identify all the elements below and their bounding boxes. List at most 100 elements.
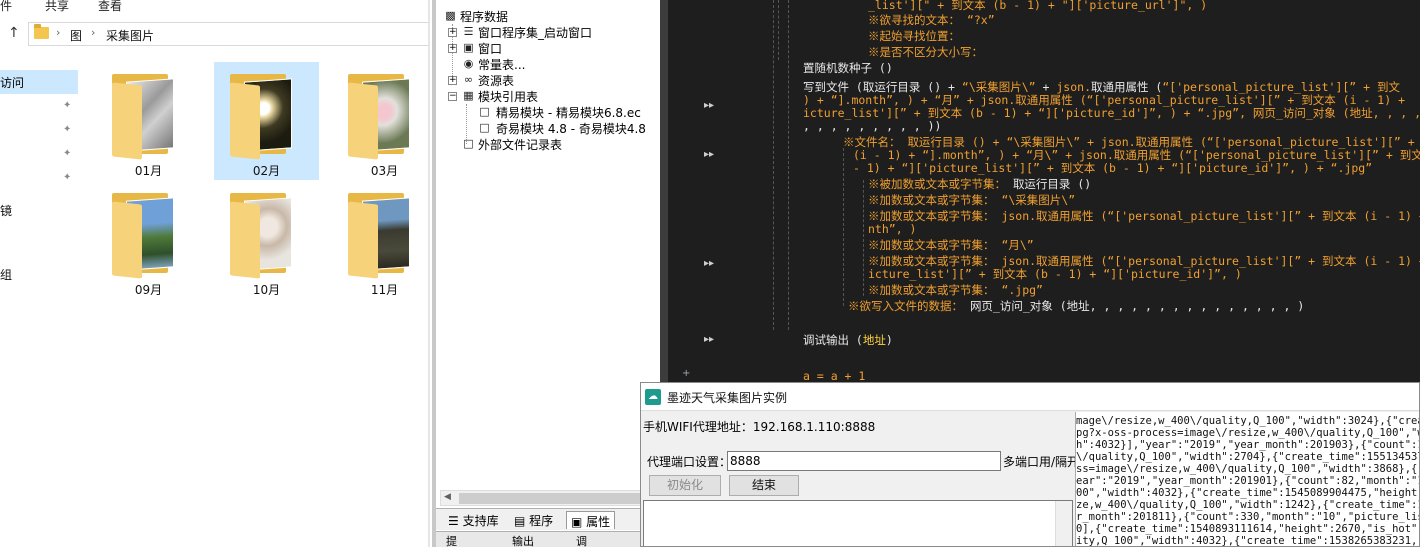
window-titlebar[interactable]: ☁ 墨迹天气采集图片实例	[641, 383, 1419, 411]
code-line: nth”, )	[868, 222, 917, 236]
fold-marker-icon[interactable]: ▸▸	[704, 334, 714, 345]
folder-tile[interactable]: 10月	[214, 181, 319, 299]
init-button[interactable]: 初始化	[649, 475, 721, 496]
up-arrow-icon[interactable]: ↑	[8, 25, 20, 41]
nav-item-label: 访问	[0, 76, 25, 90]
ribbon-tabs: 件 共享 查看	[0, 0, 430, 14]
code-line: 写到文件 (取运行目录 () + “\采集图片\” + json.取通用属性 (…	[803, 80, 1400, 94]
expand-icon[interactable]: +	[448, 28, 457, 37]
tab-hint[interactable]: 提	[446, 533, 457, 547]
vertical-scrollbar[interactable]	[1055, 501, 1072, 546]
fold-marker-icon[interactable]: ▸▸	[704, 258, 714, 269]
ribbon-tab-file[interactable]: 件	[0, 0, 12, 14]
folder-name: 01月	[134, 164, 163, 178]
expand-icon[interactable]: +	[448, 44, 457, 53]
pin-icon[interactable]: ✦	[63, 100, 71, 111]
pin-icon[interactable]: ✦	[63, 172, 71, 183]
code-line: - 1) + “]['picture_list'][” + 到文本 (b - 1…	[853, 161, 1373, 175]
response-text-pane[interactable]: mage\/resize,w_400\/quality,Q_100","widt…	[1075, 412, 1420, 546]
response-line: pg?x-oss-process=image\/resize,w_400\/qu…	[1076, 427, 1420, 439]
nav-item-quick-access[interactable]: 访问	[0, 70, 78, 94]
code-line: _list'][" + 到文本 (b - 1) + "]['picture_ur…	[868, 0, 1208, 12]
tab-label: 程序	[529, 514, 554, 528]
response-line: h":4032}],"year":"2019","year_month":201…	[1076, 439, 1420, 451]
file-icon: □	[463, 137, 474, 150]
nav-item-label[interactable]: 组	[0, 266, 12, 283]
scroll-left-icon[interactable]: ◀	[444, 492, 451, 502]
tab-support-library[interactable]: ☰ 支持库	[444, 511, 503, 529]
folder-icon	[348, 193, 418, 285]
fold-marker-icon[interactable]: ▸▸	[704, 149, 714, 160]
add-line-icon[interactable]: +	[682, 368, 690, 379]
code-line: ) + “].month”, ) + “月” + json.取通用属性 (“['…	[803, 93, 1405, 107]
breadcrumb-item[interactable]: 图	[70, 27, 82, 44]
code-line: , , , , , , , , , ))	[803, 119, 942, 133]
horizontal-scrollbar[interactable]: ◀ ▶	[440, 490, 658, 506]
folder-tile[interactable]: 09月	[96, 181, 201, 299]
tab-properties[interactable]: ▣ 属性	[566, 511, 616, 529]
tree-item-label: 精易模块 - 精易模块6.8.ec	[496, 106, 641, 120]
breadcrumb-item[interactable]: 采集图片	[106, 27, 154, 44]
code-line: ※起始寻找位置：	[868, 29, 960, 43]
nav-item-label[interactable]: 镜	[0, 202, 12, 219]
tree-item-label: 奇易模块 4.8 - 奇易模块4.8	[496, 122, 646, 136]
tree-item-label: 窗口程序集_启动窗口	[478, 26, 593, 40]
app-icon: ☁	[645, 389, 661, 405]
window-icon: ▣	[463, 41, 474, 54]
collapse-icon[interactable]: −	[448, 92, 457, 101]
response-line: mage\/resize,w_400\/quality,Q_100","widt…	[1076, 415, 1420, 427]
tree-item-label: 常量表...	[478, 58, 526, 72]
folder-icon	[34, 24, 49, 39]
code-line: a = a + 1	[803, 369, 866, 383]
folder-tile[interactable]: 01月	[96, 62, 201, 180]
file-explorer-window: 件 共享 查看 ↑ › 图 › 采集图片 访问 ✦ ✦ ✦ ✦ 镜 组 01月	[0, 0, 430, 547]
folder-tile[interactable]: 03月	[332, 62, 430, 180]
tab-program[interactable]: ▤ 程序	[510, 511, 557, 529]
proxy-address-row: 手机WIFI代理地址：192.168.1.110:8888	[643, 418, 875, 435]
code-line: ※是否不区分大小写：	[868, 45, 983, 59]
log-textarea[interactable]	[643, 500, 1073, 546]
tab-output[interactable]: 输出	[512, 533, 534, 547]
ribbon-tab-share[interactable]: 共享	[45, 0, 69, 14]
folder-tile[interactable]: 11月	[332, 181, 430, 299]
folder-name: 03月	[370, 164, 399, 178]
folder-name: 02月	[252, 164, 281, 178]
code-line: ※加数或文本或字节集： “.jpg”	[868, 283, 1043, 297]
tree-item-label: 窗口	[478, 42, 503, 56]
end-button[interactable]: 结束	[729, 475, 799, 496]
fold-marker-icon[interactable]: ▸▸	[704, 100, 714, 111]
code-line: ※欲写入文件的数据： 网页_访问_对象 (地址, , , , , , , , ,…	[848, 299, 1305, 313]
folder-icon	[230, 74, 300, 166]
bottom-tabs: 提 输出 调	[436, 531, 660, 547]
tree-item-label: 资源表	[478, 74, 515, 88]
folder-icon	[348, 74, 418, 166]
multiport-label: 多端口用/隔开	[1003, 455, 1080, 469]
window-divider	[428, 0, 430, 547]
tab-label: 支持库	[462, 514, 499, 528]
folder-icon	[112, 74, 182, 166]
folder-name: 10月	[252, 283, 281, 297]
scrollbar-thumb[interactable]	[459, 493, 644, 504]
port-label: 代理端口设置：	[647, 455, 732, 469]
port-input[interactable]	[727, 451, 1001, 471]
proxy-address-value: 192.168.1.110:8888	[752, 420, 876, 434]
pin-icon[interactable]: ✦	[63, 148, 71, 159]
code-line: 置随机数种子 ()	[803, 61, 893, 75]
folder-icon	[230, 193, 300, 285]
response-line: 0],{"create_time":1540893111614,"height"…	[1076, 523, 1420, 535]
folder-tile[interactable]: 02月	[214, 62, 319, 180]
address-box[interactable]: › 图 › 采集图片	[28, 22, 430, 46]
code-line: ※被加数或文本或字节集： 取运行目录 ()	[868, 177, 1092, 191]
file-icon: □	[479, 105, 490, 118]
tab-debug[interactable]: 调	[576, 533, 587, 547]
pin-icon[interactable]: ✦	[63, 124, 71, 135]
ribbon-tab-view[interactable]: 查看	[98, 0, 122, 14]
chevron-right-icon: ›	[91, 26, 96, 39]
program-data-icon: ▩	[445, 9, 456, 22]
expand-icon[interactable]: +	[448, 76, 457, 85]
code-line: 调试输出 (地址)	[803, 333, 893, 347]
code-line: icture_list'][” + 到文本 (b - 1) + “]['pict…	[803, 106, 1420, 120]
proxy-address-label: 手机WIFI代理地址：	[643, 420, 753, 434]
module-icon: ▦	[463, 89, 474, 102]
folder-name: 09月	[134, 283, 163, 297]
